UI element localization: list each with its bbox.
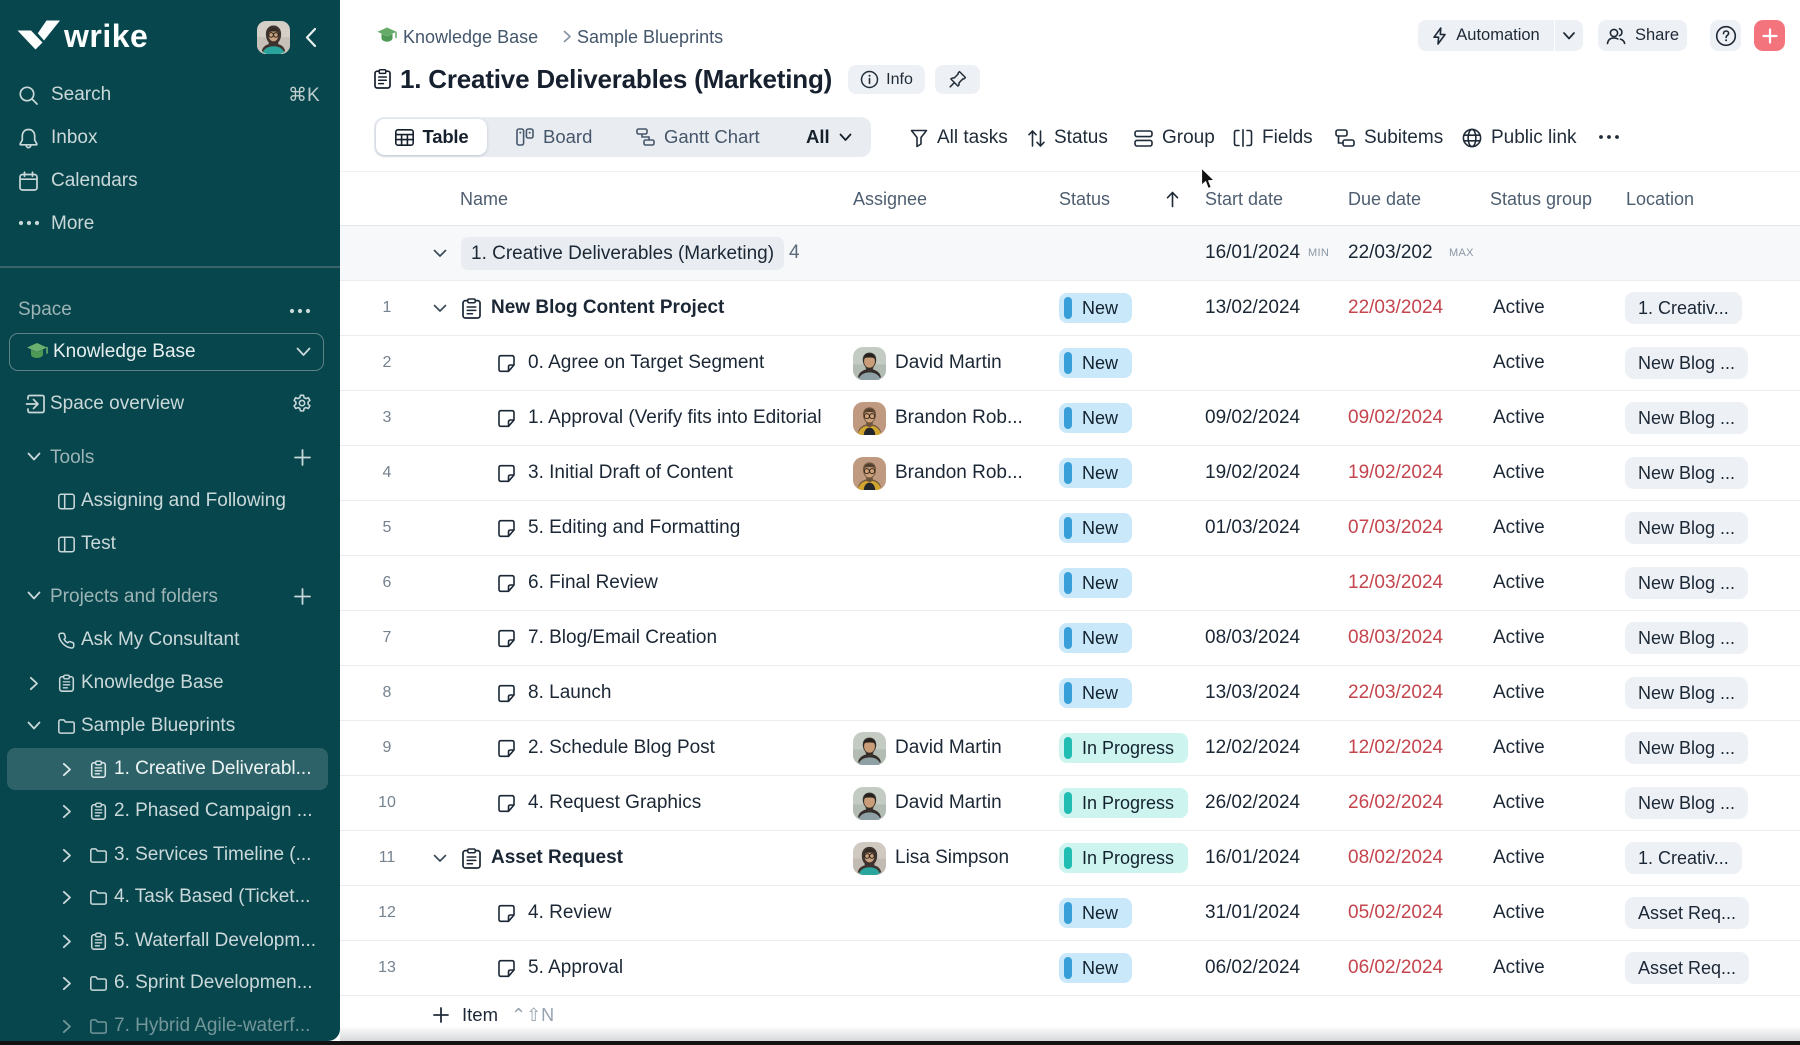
- svg-text:wrike: wrike: [63, 18, 148, 52]
